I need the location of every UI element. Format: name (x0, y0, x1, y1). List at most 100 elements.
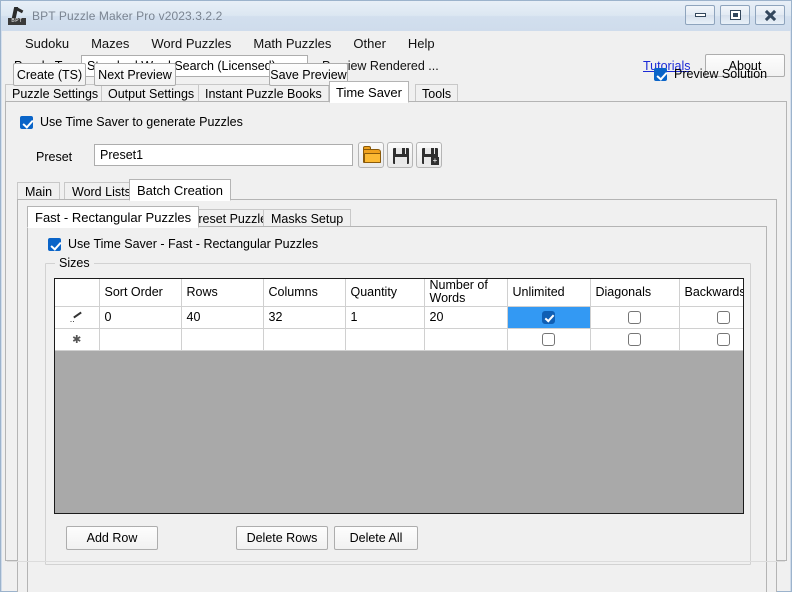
row-header-new[interactable]: ✱ (55, 328, 99, 350)
column-header-quantity[interactable]: Quantity (345, 279, 424, 306)
cell-sort-order[interactable] (99, 328, 181, 350)
sub-tab-bar: Fast - Rectangular Puzzles Preset Puzzle… (27, 206, 767, 227)
close-button[interactable] (755, 5, 785, 25)
tab-main[interactable]: Main (17, 182, 60, 200)
preset-input[interactable]: Preset1 (94, 144, 353, 166)
maximize-button[interactable] (720, 5, 750, 25)
menu-item-help[interactable]: Help (397, 33, 446, 54)
menu-item-word-puzzles[interactable]: Word Puzzles (140, 33, 242, 54)
tab-tools[interactable]: Tools (415, 84, 458, 102)
unlimited-checkbox[interactable] (542, 333, 555, 346)
checkbox-check-icon (654, 68, 667, 81)
tab-output-settings[interactable]: Output Settings (101, 84, 201, 102)
save-as-icon: + (422, 148, 438, 164)
app-icon-label: BPT (8, 18, 26, 25)
delete-all-button[interactable]: Delete All (334, 526, 418, 550)
window-title: BPT Puzzle Maker Pro v2023.3.2.2 (32, 9, 222, 23)
number-of-words-line2: Words (430, 292, 502, 305)
inner-tab-bar: Main Word Lists Batch Creation (17, 179, 777, 200)
cell-quantity[interactable] (345, 328, 424, 350)
column-header-diagonals[interactable]: Diagonals (590, 279, 679, 306)
row-header-edit[interactable]: .. (55, 306, 99, 328)
table-row[interactable]: .. 0 40 32 1 20 (55, 306, 744, 328)
cell-rows[interactable]: 40 (181, 306, 263, 328)
column-header-sort-order[interactable]: Sort Order (99, 279, 181, 306)
tab-puzzle-settings[interactable]: Puzzle Settings (5, 84, 105, 102)
bpt-logo-icon: BPT (8, 7, 26, 25)
open-preset-button[interactable] (358, 142, 384, 168)
column-header-number-of-words[interactable]: Number of Words (424, 279, 507, 306)
backwards-checkbox[interactable] (717, 333, 730, 346)
maximize-icon (730, 10, 741, 20)
cell-unlimited[interactable] (507, 328, 590, 350)
cell-backwards[interactable] (679, 328, 744, 350)
menu-item-math-puzzles[interactable]: Math Puzzles (242, 33, 342, 54)
cell-number-of-words[interactable] (424, 328, 507, 350)
cell-quantity[interactable]: 1 (345, 306, 424, 328)
close-icon (764, 9, 777, 21)
minimize-icon (695, 13, 706, 17)
backwards-checkbox[interactable] (717, 311, 730, 324)
tab-batch-creation[interactable]: Batch Creation (129, 179, 231, 201)
footer-bar (2, 561, 790, 591)
checkbox-check-icon (20, 116, 33, 129)
tab-word-lists[interactable]: Word Lists (64, 182, 139, 200)
fast-rectangular-panel: Use Time Saver - Fast - Rectangular Puzz… (27, 227, 767, 592)
cell-columns[interactable]: 32 (263, 306, 345, 328)
batch-creation-panel: Fast - Rectangular Puzzles Preset Puzzle… (17, 200, 777, 592)
unlimited-checkbox[interactable] (542, 311, 555, 324)
tab-time-saver[interactable]: Time Saver (329, 81, 409, 103)
application-window: BPT BPT Puzzle Maker Pro v2023.3.2.2 Sud… (0, 0, 792, 592)
cell-sort-order[interactable]: 0 (99, 306, 181, 328)
title-bar: BPT BPT Puzzle Maker Pro v2023.3.2.2 (1, 1, 791, 31)
tab-instant-puzzle-books[interactable]: Instant Puzzle Books (198, 84, 329, 102)
create-ts-button[interactable]: Create (TS) (13, 63, 86, 86)
sizes-group-label: Sizes (55, 256, 94, 270)
cell-number-of-words[interactable]: 20 (424, 306, 507, 328)
menu-item-sudoku[interactable]: Sudoku (14, 33, 80, 54)
next-preview-button[interactable]: Next Preview (94, 63, 176, 86)
checkbox-check-icon (48, 238, 61, 251)
client-area: Sudoku Mazes Word Puzzles Math Puzzles O… (2, 31, 790, 591)
add-row-button[interactable]: Add Row (66, 526, 158, 550)
cell-columns[interactable] (263, 328, 345, 350)
diagonals-checkbox[interactable] (628, 333, 641, 346)
sizes-table: Sort Order Rows Columns Quantity Number … (55, 279, 744, 351)
preview-solution-checkbox[interactable]: Preview Solution (654, 67, 767, 81)
menu-item-other[interactable]: Other (342, 33, 397, 54)
save-as-preset-button[interactable]: + (416, 142, 442, 168)
cell-diagonals[interactable] (590, 328, 679, 350)
cell-backwards[interactable] (679, 306, 744, 328)
save-preset-button[interactable] (387, 142, 413, 168)
preset-label: Preset (36, 150, 72, 164)
column-header-columns[interactable]: Columns (263, 279, 345, 306)
sizes-data-grid[interactable]: Sort Order Rows Columns Quantity Number … (54, 278, 744, 514)
use-fast-rectangular-checkbox[interactable]: Use Time Saver - Fast - Rectangular Puzz… (48, 237, 318, 251)
cell-rows[interactable] (181, 328, 263, 350)
use-fast-rectangular-label: Use Time Saver - Fast - Rectangular Puzz… (68, 237, 318, 251)
column-header-unlimited[interactable]: Unlimited (507, 279, 590, 306)
table-row[interactable]: ✱ (55, 328, 744, 350)
menu-bar: Sudoku Mazes Word Puzzles Math Puzzles O… (2, 31, 790, 55)
window-controls (685, 5, 785, 25)
time-saver-panel: Use Time Saver to generate Puzzles Prese… (5, 102, 787, 561)
new-row-asterisk-icon: ✱ (72, 335, 81, 345)
save-icon (393, 148, 409, 164)
open-folder-icon (363, 149, 381, 163)
table-header: Sort Order Rows Columns Quantity Number … (55, 279, 744, 306)
use-time-saver-checkbox[interactable]: Use Time Saver to generate Puzzles (20, 115, 243, 129)
tab-fast-rectangular-puzzles[interactable]: Fast - Rectangular Puzzles (27, 206, 199, 228)
footer-divider (7, 561, 785, 562)
minimize-button[interactable] (685, 5, 715, 25)
cell-diagonals[interactable] (590, 306, 679, 328)
column-header-backwards[interactable]: Backwards (679, 279, 744, 306)
cell-unlimited[interactable] (507, 306, 590, 328)
column-header-rows[interactable]: Rows (181, 279, 263, 306)
table-header-row: Sort Order Rows Columns Quantity Number … (55, 279, 744, 306)
column-header-rowselector[interactable] (55, 279, 99, 306)
menu-item-mazes[interactable]: Mazes (80, 33, 140, 54)
diagonals-checkbox[interactable] (628, 311, 641, 324)
tab-masks-setup[interactable]: Masks Setup (263, 209, 351, 227)
sizes-group-box: Sizes Sort Order Rows Columns Quan (45, 263, 751, 565)
delete-rows-button[interactable]: Delete Rows (236, 526, 328, 550)
